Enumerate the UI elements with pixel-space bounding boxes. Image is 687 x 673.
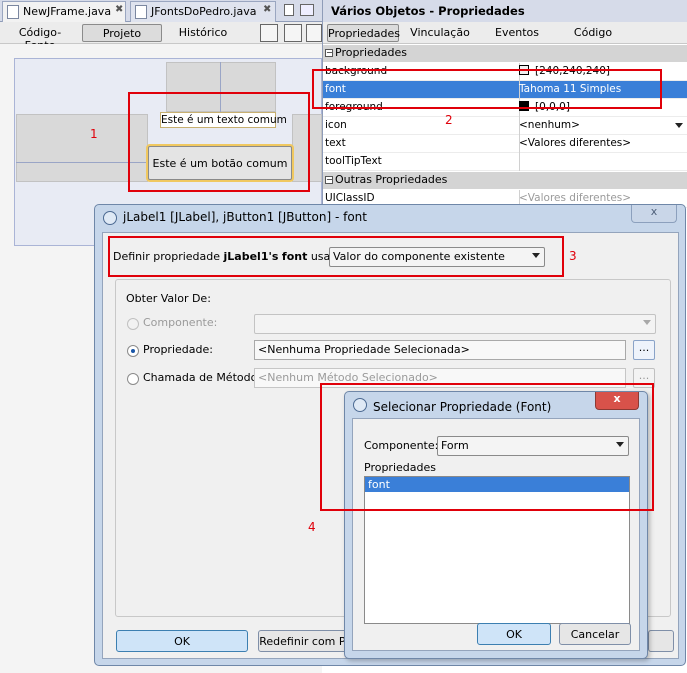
annotation-number-1: 1	[90, 127, 98, 141]
annotation-box-1	[128, 92, 310, 192]
property-name: UIClassID	[325, 192, 375, 204]
editor-tab-newjframe[interactable]: NewJFrame.java ✖	[2, 1, 126, 22]
radio-component-label: Componente:	[143, 316, 218, 329]
radio-method-label: Chamada de Método:	[143, 371, 262, 384]
section-propriedades[interactable]: − Propriedades	[323, 45, 687, 62]
netbeans-app-icon	[103, 211, 117, 225]
collapse-icon[interactable]: −	[325, 49, 333, 57]
radio-property-label: Propriedade:	[143, 343, 213, 356]
dropdown-arrow-icon[interactable]	[675, 123, 683, 128]
property-value: <Valores diferentes>	[519, 192, 632, 204]
collapse-icon[interactable]: −	[325, 176, 333, 184]
property-row-text[interactable]: text <Valores diferentes>	[323, 135, 687, 153]
radio-component[interactable]	[127, 318, 139, 330]
designer-toolbar: Código-Fonte Projeto Histórico	[0, 22, 322, 52]
annotation-box-4	[320, 383, 654, 511]
tab-list-icon[interactable]	[284, 4, 294, 16]
editor-tab-label: JFontsDoPedro.java	[151, 5, 257, 18]
annotation-box-3	[108, 236, 564, 277]
close-tab-icon[interactable]: ✖	[115, 4, 123, 15]
connection-mode-icon[interactable]	[284, 24, 302, 42]
tab-vinculacao[interactable]: Vinculação	[407, 24, 473, 42]
annotation-number-4: 4	[308, 520, 316, 534]
group-title: Obter Valor De:	[126, 292, 211, 305]
close-tab-icon[interactable]: ✖	[263, 4, 271, 15]
property-row-tooltiptext[interactable]: toolTipText	[323, 153, 687, 171]
annotation-box-2	[312, 69, 662, 109]
property-row-icon[interactable]: icon <nenhum>	[323, 117, 687, 135]
editor-tab-label: NewJFrame.java	[23, 5, 112, 18]
radio-method[interactable]	[127, 373, 139, 385]
annotation-number-3: 3	[569, 249, 577, 263]
property-browse-button[interactable]: ...	[633, 340, 655, 360]
java-file-icon	[135, 5, 147, 19]
property-name: text	[325, 137, 346, 149]
dialog-title: jLabel1 [JLabel], jButton1 [JButton] - f…	[123, 210, 367, 224]
property-field[interactable]: <Nenhuma Propriedade Selecionada>	[254, 340, 626, 360]
chevron-down-icon	[643, 320, 651, 325]
design-view-button[interactable]: Projeto	[82, 24, 162, 42]
java-file-icon	[7, 5, 19, 19]
ok-button[interactable]: OK	[116, 630, 248, 652]
property-value: <Valores diferentes>	[519, 137, 632, 149]
property-name: toolTipText	[325, 155, 382, 167]
section-label: Outras Propriedades	[335, 173, 448, 186]
property-name: icon	[325, 119, 347, 131]
section-outras-propriedades[interactable]: − Outras Propriedades	[323, 172, 687, 189]
properties-tabs: Propriedades Vinculação Eventos Código	[323, 22, 687, 44]
tab-eventos[interactable]: Eventos	[487, 24, 547, 42]
tab-propriedades[interactable]: Propriedades	[327, 24, 400, 42]
section-label: Propriedades	[335, 46, 407, 59]
maximize-icon[interactable]	[300, 4, 314, 16]
cancel-button[interactable]: Cancelar	[559, 623, 631, 645]
close-button[interactable]: x	[631, 205, 677, 223]
selection-mode-icon[interactable]	[260, 24, 278, 42]
editor-tab-jfontsdopedro[interactable]: JFontsDoPedro.java ✖	[130, 1, 276, 22]
property-value: <nenhum>	[519, 119, 580, 131]
editor-tab-bar: NewJFrame.java ✖ JFontsDoPedro.java ✖	[0, 0, 322, 22]
radio-property[interactable]	[127, 345, 139, 357]
properties-panel-title: Vários Objetos - Propriedades	[323, 0, 687, 22]
dialog-extra-button[interactable]	[648, 630, 674, 652]
preview-design-icon[interactable]	[306, 24, 322, 42]
annotation-number-2: 2	[445, 113, 453, 127]
column-divider	[519, 153, 520, 171]
history-view-button[interactable]: Histórico	[168, 24, 238, 42]
tab-codigo[interactable]: Código	[567, 24, 619, 42]
component-select[interactable]	[254, 314, 656, 334]
source-view-button[interactable]: Código-Fonte	[4, 24, 76, 52]
ok-button[interactable]: OK	[477, 623, 551, 645]
